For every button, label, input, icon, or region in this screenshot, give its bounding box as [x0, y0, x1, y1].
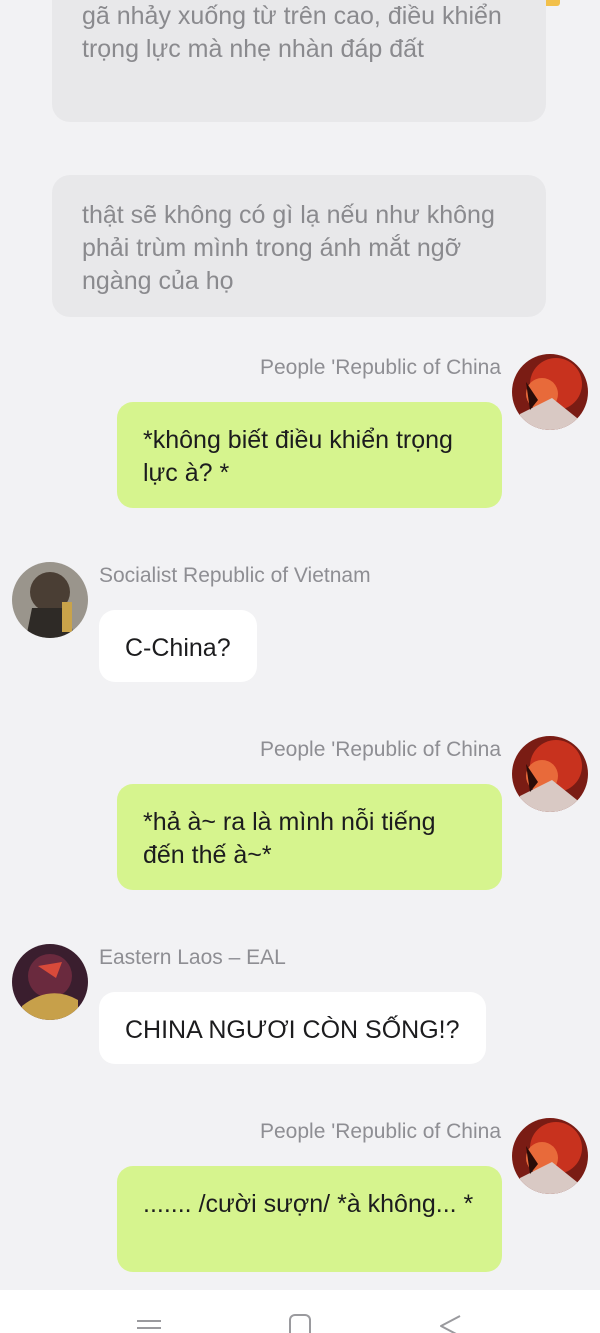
message-bubble-other[interactable]: CHINA NGƯƠI CÒN SỐNG!? [99, 992, 486, 1064]
home-icon[interactable] [289, 1314, 311, 1333]
avatar-eastern-laos[interactable] [12, 944, 88, 1020]
sender-name: Eastern Laos – EAL [99, 946, 286, 969]
message-bubble-self[interactable]: ....... /cười sượn/ *à không... * [117, 1166, 502, 1272]
avatar-china[interactable] [512, 354, 588, 430]
sender-name: People 'Republic of China [260, 1120, 501, 1143]
back-icon[interactable] [438, 1314, 462, 1333]
sender-name: People 'Republic of China [260, 738, 501, 761]
narration-bubble: thật sẽ không có gì lạ nếu như không phả… [52, 175, 546, 317]
narration-bubble: gã nhảy xuống từ trên cao, điều khiển tr… [52, 0, 546, 122]
navigation-bar [0, 1290, 600, 1333]
chat-thread[interactable]: gã nhảy xuống từ trên cao, điều khiển tr… [0, 0, 600, 1290]
menu-icon[interactable] [137, 1314, 161, 1333]
sender-name: Socialist Republic of Vietnam [99, 564, 371, 587]
message-bubble-self[interactable]: *không biết điều khiển trọng lực à? * [117, 402, 502, 508]
message-bubble-self[interactable]: *hả à~ ra là mình nỗi tiếng đến thế à~* [117, 784, 502, 890]
message-bubble-other[interactable]: C-China? [99, 610, 257, 682]
avatar-china[interactable] [512, 1118, 588, 1194]
avatar-china[interactable] [512, 736, 588, 812]
sender-name: People 'Republic of China [260, 356, 501, 379]
avatar-vietnam[interactable] [12, 562, 88, 638]
